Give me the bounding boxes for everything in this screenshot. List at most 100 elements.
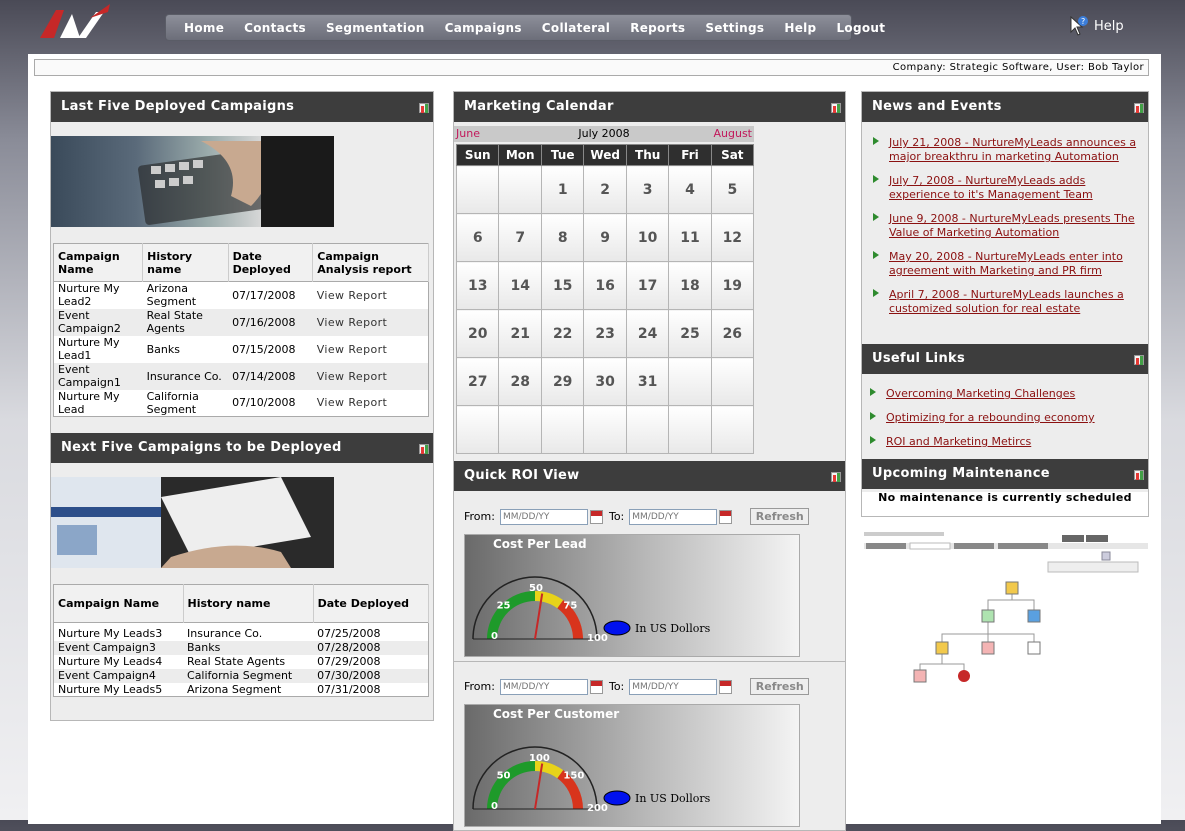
calendar-day[interactable]: 18	[668, 261, 712, 310]
calendar-icon[interactable]	[589, 679, 603, 694]
calendar-day[interactable]: 24	[625, 309, 670, 358]
chart-icon[interactable]	[417, 100, 431, 114]
date-deployed: 07/31/2008	[317, 682, 381, 696]
calendar-day[interactable]: 3	[625, 165, 670, 214]
calendar-day[interactable]: 17	[625, 261, 670, 310]
calendar-day[interactable]	[710, 357, 755, 406]
arrow-icon	[870, 412, 876, 420]
calendar-day[interactable]: 25	[668, 309, 712, 358]
calendar-day[interactable]: 4	[668, 165, 712, 214]
calendar-day[interactable]: 9	[583, 213, 627, 262]
from-label: From:	[464, 510, 495, 523]
calendar-day[interactable]: 20	[455, 309, 500, 358]
news-link[interactable]: June 9, 2008 - NurtureMyLeads presents T…	[889, 212, 1135, 239]
chart-icon[interactable]	[1132, 100, 1146, 114]
brand-logo[interactable]	[38, 2, 118, 42]
history-name: Real State Agents	[187, 655, 286, 668]
calendar-day[interactable]: 16	[583, 261, 627, 310]
calendar-day[interactable]: 7	[498, 213, 542, 262]
campaign-model-thumbnail[interactable]	[862, 530, 1150, 684]
chart-icon[interactable]	[417, 441, 431, 455]
gauge-tick-label: 100	[587, 633, 608, 644]
calendar-week: 13 14 15 16 17 18 19	[455, 261, 755, 310]
nav-campaigns[interactable]: Campaigns	[435, 21, 532, 35]
table-row: Nurture My Leads5 Arizona Segment 07/31/20…	[54, 683, 429, 697]
calendar-day[interactable]	[668, 357, 712, 406]
calendar-day[interactable]: 10	[625, 213, 670, 262]
table-row: Nurture My Leads3 Insurance Co. 07/25/2008	[54, 627, 429, 641]
nav-reports[interactable]: Reports	[620, 21, 695, 35]
calendar-day[interactable]	[455, 405, 500, 454]
calendar-day[interactable]: 11	[668, 213, 712, 262]
view-report-link[interactable]: View Report	[313, 336, 429, 363]
column-header: Date Deployed	[228, 243, 314, 282]
news-header: News and Events	[862, 92, 1148, 122]
calendar-icon[interactable]	[719, 679, 733, 694]
calendar-day[interactable]: 23	[583, 309, 627, 358]
calendar-day[interactable]	[625, 405, 670, 454]
nav-home[interactable]: Home	[174, 21, 234, 35]
nav-segmentation[interactable]: Segmentation	[316, 21, 435, 35]
calendar-day[interactable]	[668, 405, 712, 454]
calendar-day[interactable]: 19	[710, 261, 755, 310]
calendar-day[interactable]: 2	[583, 165, 627, 214]
nav-settings[interactable]: Settings	[695, 21, 774, 35]
calendar-day[interactable]: 26	[710, 309, 755, 358]
calendar-icon[interactable]	[589, 509, 603, 524]
calendar-day[interactable]	[498, 165, 542, 214]
useful-link[interactable]: Overcoming Marketing Challenges	[886, 387, 1075, 400]
nav-logout[interactable]: Logout	[826, 21, 895, 35]
calendar-day[interactable]: 22	[540, 309, 585, 358]
calendar-day[interactable]: 29	[540, 357, 585, 406]
calendar-day[interactable]: 5	[710, 165, 755, 214]
view-report-link[interactable]: View Report	[313, 309, 429, 336]
to-date-input[interactable]	[629, 678, 718, 695]
refresh-button[interactable]: Refresh	[750, 678, 810, 695]
calendar-icon[interactable]	[719, 509, 733, 524]
calendar-day[interactable]: 31	[625, 357, 670, 406]
chart-icon[interactable]	[1132, 467, 1146, 481]
nav-collateral[interactable]: Collateral	[532, 21, 620, 35]
nav-help[interactable]: Help	[774, 21, 826, 35]
calendar-day[interactable]	[455, 165, 500, 214]
calendar-day[interactable]: 13	[455, 261, 500, 310]
calendar-day[interactable]: 15	[540, 261, 585, 310]
calendar-day[interactable]: 12	[710, 213, 755, 262]
nav-contacts[interactable]: Contacts	[234, 21, 316, 35]
campaign-name: Nurture My Lead2	[58, 282, 120, 309]
calendar-day[interactable]	[583, 405, 627, 454]
calendar-day[interactable]: 1	[540, 165, 585, 214]
left-column: Last Five Deployed Campaigns Campaign Na…	[50, 91, 434, 721]
news-link[interactable]: July 21, 2008 - NurtureMyLeads announces…	[889, 136, 1136, 163]
news-link[interactable]: May 20, 2008 - NurtureMyLeads enter into…	[889, 250, 1123, 277]
calendar-day[interactable]: 30	[583, 357, 627, 406]
calendar-day[interactable]: 14	[498, 261, 542, 310]
news-link[interactable]: April 7, 2008 - NurtureMyLeads launches …	[889, 288, 1124, 315]
calendar-day[interactable]: 8	[540, 213, 585, 262]
view-report-link[interactable]: View Report	[313, 363, 429, 390]
chart-icon[interactable]	[829, 100, 843, 114]
calendar-day[interactable]: 6	[455, 213, 500, 262]
link-item: Overcoming Marketing Challenges	[859, 386, 1139, 400]
calendar-day[interactable]: 21	[498, 309, 542, 358]
useful-link[interactable]: Optimizing for a rebounding economy	[886, 411, 1095, 424]
calendar-day[interactable]: 27	[455, 357, 500, 406]
useful-link[interactable]: ROI and Marketing Metircs	[886, 435, 1031, 448]
refresh-button[interactable]: Refresh	[750, 508, 810, 525]
calendar-day[interactable]	[710, 405, 755, 454]
view-report-link[interactable]: View Report	[313, 282, 429, 309]
campaign-name: Event Campaign1	[58, 363, 121, 389]
news-link[interactable]: July 7, 2008 - NurtureMyLeads adds exper…	[889, 174, 1093, 201]
to-date-input[interactable]	[629, 508, 718, 525]
calendar-next-link[interactable]: August	[714, 126, 753, 142]
calendar-day[interactable]: 28	[498, 357, 542, 406]
from-date-input[interactable]	[499, 508, 588, 525]
calendar-day[interactable]	[498, 405, 542, 454]
view-report-link[interactable]: View Report	[313, 390, 429, 417]
calendar-prev-link[interactable]: June	[456, 126, 480, 142]
calendar-day[interactable]	[540, 405, 585, 454]
chart-icon[interactable]	[1132, 352, 1146, 366]
help-link[interactable]: ? Help	[1070, 16, 1124, 36]
from-date-input[interactable]	[499, 678, 588, 695]
chart-icon[interactable]	[829, 469, 843, 483]
